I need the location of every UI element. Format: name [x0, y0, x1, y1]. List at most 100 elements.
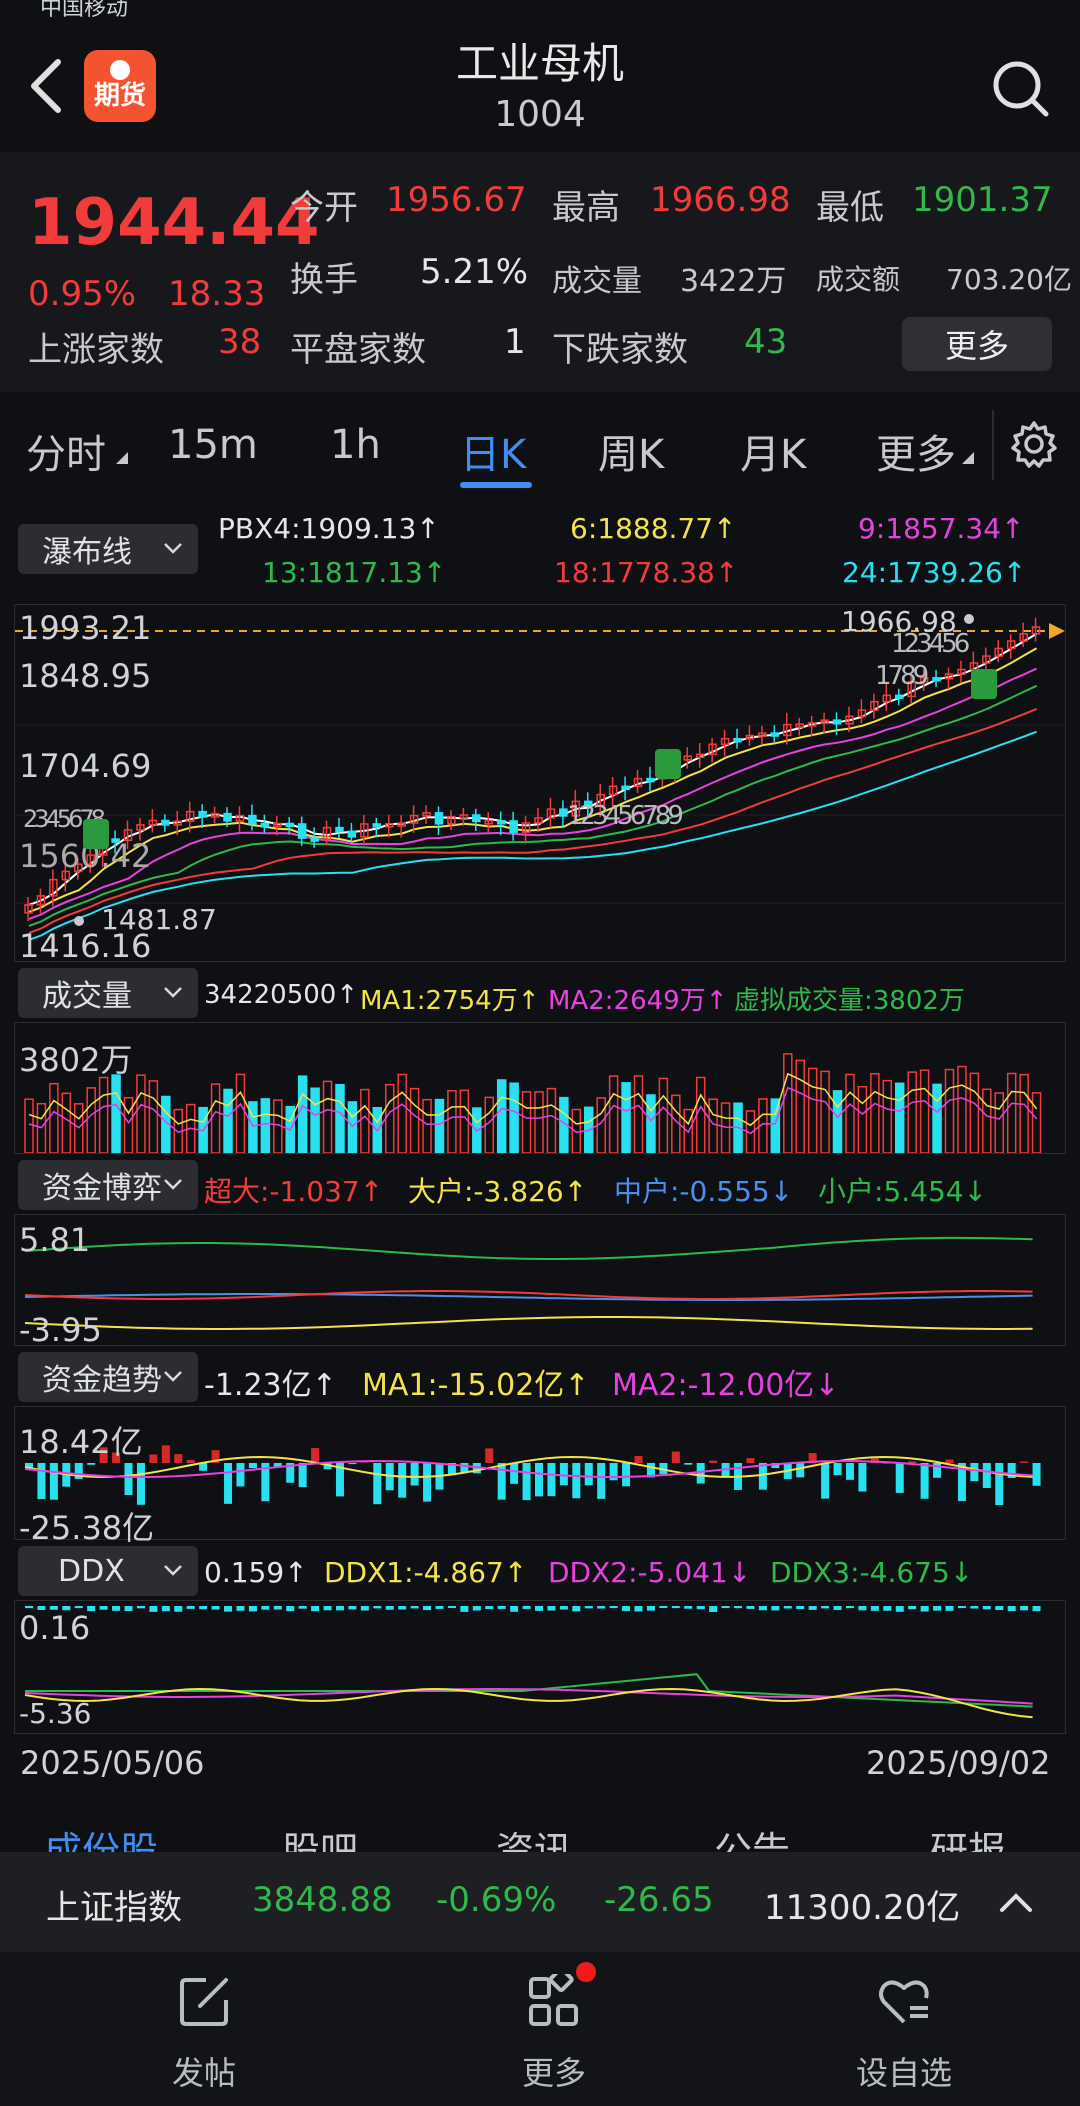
ddx-pane[interactable]: 0.16 -5.36 — [14, 1600, 1066, 1734]
ddx-bar — [224, 1606, 233, 1612]
fund-trend-bar — [758, 1463, 767, 1490]
fund-game-pane[interactable]: 5.81 -3.95 — [14, 1214, 1066, 1349]
volume-bar — [422, 1098, 432, 1153]
volume-bar — [832, 1090, 843, 1153]
nav-post[interactable]: 发帖 — [124, 1974, 284, 2094]
main-indicator-selector[interactable]: 瀑布线 — [18, 524, 198, 574]
ddx-bar — [199, 1606, 208, 1610]
ddx3-value: DDX3:-4.675↓ — [770, 1556, 974, 1589]
fund-trend-bar — [572, 1463, 581, 1499]
tab-more-corner-icon — [962, 452, 974, 464]
tab-announcements[interactable]: 公告 — [714, 1820, 790, 1852]
fund-trend-bar — [858, 1463, 867, 1492]
candlestick — [310, 837, 319, 842]
tab-1h[interactable]: 1h — [330, 422, 381, 468]
fund-trend-bar — [298, 1463, 307, 1488]
high-value: 1966.98 — [650, 180, 791, 220]
grid-icon — [529, 1967, 578, 2026]
tab-news[interactable]: 资讯 — [496, 1820, 572, 1852]
volume-bar — [409, 1087, 420, 1153]
ddx-bar — [1007, 1606, 1016, 1612]
ddx-bar — [1032, 1606, 1041, 1612]
fund-game-selector[interactable]: 资金博弈 — [18, 1160, 198, 1210]
ddx-bar — [646, 1606, 655, 1611]
ddx-bar — [584, 1606, 593, 1609]
fund-game-chart[interactable] — [15, 1215, 1065, 1345]
date-start: 2025/05/06 — [20, 1744, 205, 1782]
fund-trend-ma2: MA2:-12.00亿↓ — [612, 1368, 840, 1403]
ddx-chart[interactable] — [15, 1601, 1065, 1733]
volume-bar — [148, 1080, 159, 1153]
tab-weekly-k[interactable]: 周K — [598, 422, 664, 480]
search-icon[interactable] — [990, 58, 1050, 118]
fund-trend-bar — [634, 1455, 643, 1463]
ddx-bar — [161, 1606, 170, 1612]
candlestick — [621, 785, 630, 791]
page-title: 工业母机 — [455, 39, 624, 88]
volume-chart-pane[interactable]: 3802万 — [14, 1022, 1066, 1154]
volume-bar — [310, 1087, 320, 1153]
volume-bar — [708, 1098, 718, 1153]
fund-trend-bar — [37, 1463, 46, 1500]
ddx-bar — [273, 1606, 282, 1610]
ddx-bar — [845, 1606, 854, 1609]
main-indicator-label: 瀑布线 — [42, 535, 132, 570]
volume-bar — [49, 1082, 59, 1153]
fund-trend-chart[interactable] — [15, 1407, 1065, 1539]
ddx-selector[interactable]: DDX — [18, 1546, 198, 1596]
volume-chart[interactable] — [15, 1023, 1065, 1153]
fund-trend-axis-top: 18.42亿 — [19, 1423, 143, 1461]
small-value: 小户:5.454↓ — [818, 1175, 988, 1208]
volume-bar — [646, 1094, 656, 1153]
volume-bar — [123, 1096, 134, 1153]
tab-constituents[interactable]: 成份股 — [44, 1820, 158, 1852]
tab-monthly-k[interactable]: 月K — [740, 422, 806, 480]
fund-trend-bar — [186, 1459, 195, 1463]
ddx-bar — [124, 1606, 133, 1612]
volume-bar — [783, 1053, 793, 1153]
fund-trend-bar — [709, 1460, 718, 1463]
ddx-bar — [671, 1606, 680, 1609]
ddx-bar — [609, 1606, 618, 1609]
fund-trend-bar — [696, 1463, 705, 1484]
down-count: 43 — [744, 322, 788, 362]
tab-intraday[interactable]: 分时 — [26, 422, 106, 480]
nav-more[interactable]: 更多 — [474, 1967, 634, 2094]
ddx2-value: DDX2:-5.041↓ — [548, 1556, 752, 1589]
ddx-bar — [709, 1606, 718, 1612]
fund-trend-selector[interactable]: 资金趋势 — [18, 1352, 198, 1402]
large-value: 大户:-3.826↑ — [408, 1175, 588, 1208]
chevron-down-icon — [164, 987, 182, 998]
tab-more-periods[interactable]: 更多 — [876, 422, 956, 480]
ddx-bar — [995, 1606, 1004, 1611]
ddx-bar — [25, 1606, 33, 1609]
tab-15m[interactable]: 15m — [168, 422, 258, 468]
chevron-up-icon[interactable] — [996, 1884, 1036, 1920]
volume-value: 3422万 — [680, 264, 787, 299]
tab-daily-k[interactable]: 日K — [460, 422, 526, 480]
volume-indicator-selector[interactable]: 成交量 — [18, 968, 198, 1018]
ddx-bar — [149, 1606, 158, 1612]
ddx-bar — [957, 1606, 966, 1609]
up-count: 38 — [218, 322, 262, 362]
period-tabs: 分时 15m 1h 日K 周K 月K 更多 — [0, 404, 1080, 492]
gear-icon[interactable] — [1010, 420, 1058, 468]
fund-trend-bar — [535, 1463, 543, 1497]
index-amount: 11300.20亿 — [764, 1888, 961, 1928]
more-quote-button[interactable]: 更多 — [902, 317, 1052, 371]
bottom-nav: 发帖 更多 设自选 — [0, 1952, 1080, 2106]
ddx-bar — [447, 1606, 456, 1609]
volume-bar — [347, 1101, 358, 1153]
fund-trend-bar — [236, 1463, 245, 1487]
volume-bar — [210, 1083, 221, 1153]
fund-trend-bar — [584, 1463, 593, 1486]
tab-forum[interactable]: 股吧 — [282, 1820, 358, 1852]
fund-trend-pane[interactable]: 18.42亿 -25.38亿 — [14, 1406, 1066, 1547]
nav-add-watchlist[interactable]: 设自选 — [824, 1974, 984, 2094]
ddx-bar — [622, 1606, 631, 1611]
kline-chart-pane[interactable]: 1993.21 1848.95 1704.69 1560.42 1416.16 … — [14, 604, 1066, 965]
tab-reports[interactable]: 研报 — [930, 1820, 1006, 1852]
nine-turn-badge-left — [83, 819, 109, 849]
volume-bar — [820, 1070, 830, 1153]
index-ticker-bar[interactable]: 上证指数 3848.88 -0.69% -26.65 11300.20亿 — [0, 1852, 1080, 1952]
